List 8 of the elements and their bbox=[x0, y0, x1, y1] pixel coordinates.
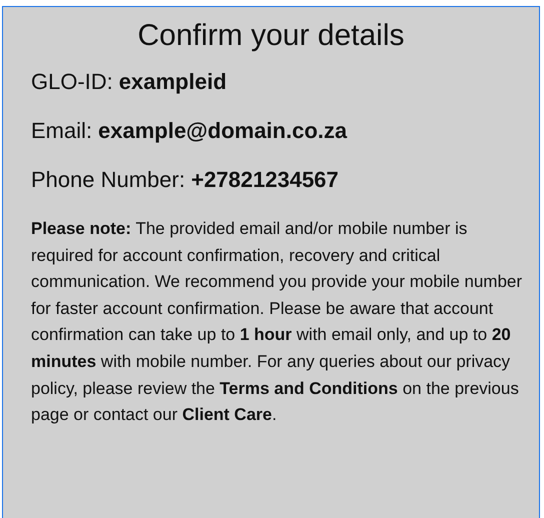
detail-label: Email: bbox=[31, 118, 92, 144]
dialog-title: Confirm your details bbox=[136, 19, 406, 53]
detail-value: exampleid bbox=[118, 69, 227, 95]
detail-value: +27821234567 bbox=[191, 167, 339, 193]
detail-label: GLO-ID: bbox=[31, 69, 113, 95]
detail-value: example@domain.co.za bbox=[98, 118, 347, 144]
note-paragraph: Please note: The provided email and/or mobile number is required for account confirmation, recovery and critical communication. We recommend you provide your mobile number for faster account confirmation. Please be aware that account confirmation can take up to 1 hour with email only, and up to 20 minutes with mobile number. For any queries about our privacy policy, please review the Terms and Conditions on the previous page or contact our Client Care. bbox=[31, 218, 524, 426]
detail-label: Phone Number: bbox=[31, 167, 186, 193]
